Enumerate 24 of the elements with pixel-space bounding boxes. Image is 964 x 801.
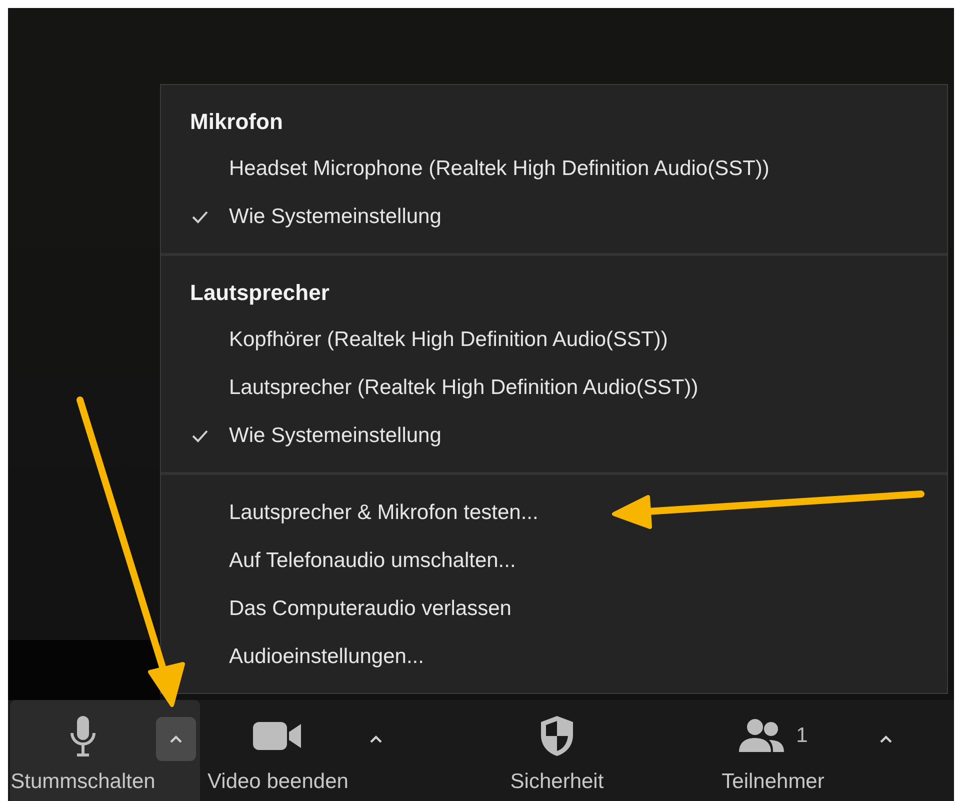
menu-section-title: Lautsprecher bbox=[189, 279, 330, 307]
mute-button[interactable]: Stummschalten bbox=[10, 700, 156, 794]
security-button[interactable]: Sicherheit bbox=[472, 700, 642, 794]
menu-item[interactable]: Lautsprecher & Mikrofon testen... bbox=[161, 489, 947, 537]
menu-item[interactable]: Kopfhörer (Realtek High Definition Audio(SST)) bbox=[161, 316, 947, 364]
menu-item[interactable]: Wie Systemeinstellung bbox=[161, 193, 947, 241]
caret-button[interactable] bbox=[156, 717, 196, 761]
microphone-icon bbox=[70, 715, 96, 757]
caret-icon bbox=[369, 734, 383, 744]
caret-icon bbox=[169, 734, 183, 744]
menu-item[interactable]: Audioeinstellungen... bbox=[161, 633, 947, 681]
people-icon bbox=[738, 718, 786, 754]
menu-item[interactable]: Headset Microphone (Realtek High Definition Audio(SST)) bbox=[161, 145, 947, 193]
menu-item[interactable]: Das Computeraudio verlassen bbox=[161, 585, 947, 633]
participants-button[interactable]: 1 Teilnehmer bbox=[680, 700, 866, 794]
menu-item[interactable]: Lautsprecher (Realtek High Definition Audio(SST)) bbox=[161, 364, 947, 412]
menu-section-title: Mikrofon bbox=[189, 108, 284, 136]
menu-item[interactable]: Wie Systemeinstellung bbox=[161, 412, 947, 460]
video-camera-icon bbox=[253, 721, 303, 751]
caret-icon bbox=[879, 734, 893, 744]
participant-count: 1 bbox=[796, 724, 808, 748]
shield-icon bbox=[539, 715, 575, 757]
menu-item[interactable]: Auf Telefonaudio umschalten... bbox=[161, 537, 947, 585]
video-button[interactable]: Video beenden bbox=[200, 700, 356, 794]
